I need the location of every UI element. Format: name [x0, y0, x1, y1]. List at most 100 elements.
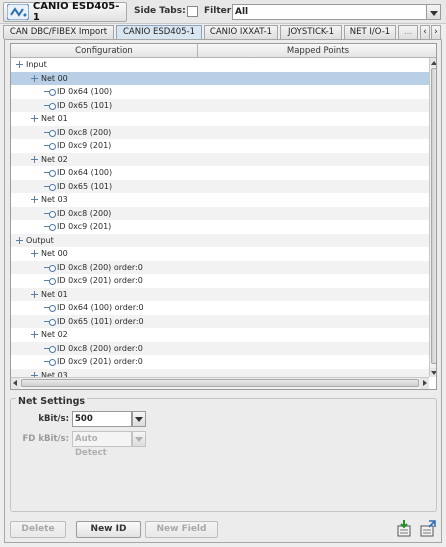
- tree-leaf-icon: [44, 210, 56, 218]
- tree-leaf-icon: [44, 318, 56, 326]
- tree-node-row[interactable]: Net 02: [11, 328, 429, 342]
- tree-expand-icon[interactable]: [31, 290, 38, 298]
- tab-scroll-right-icon[interactable]: ›: [431, 25, 441, 39]
- tree-node-row[interactable]: Net 00: [11, 71, 429, 85]
- tree-leaf-row[interactable]: ID 0xc9 (201) order:0: [11, 355, 429, 369]
- scroll-right-icon[interactable]: [420, 378, 429, 389]
- kbit-dropdown-arrow-icon[interactable]: [132, 411, 146, 427]
- tab-can-dbc-import[interactable]: CAN DBC/FIBEX Import: [3, 25, 114, 39]
- tree-leaf-row[interactable]: ID 0xc8 (200) order:0: [11, 341, 429, 355]
- tree-expand-icon[interactable]: [31, 196, 38, 203]
- tree-expand-icon[interactable]: [16, 236, 23, 244]
- new-id-button[interactable]: New ID: [76, 521, 141, 538]
- tree-leaf-row[interactable]: ID 0x65 (101): [11, 179, 429, 193]
- net-settings-title: Net Settings: [16, 396, 88, 407]
- tree-row-label: ID 0xc9 (201): [57, 222, 112, 231]
- tree-leaf-icon: [44, 277, 56, 285]
- tree-row-label: Net 00: [41, 73, 68, 83]
- tree-node-row[interactable]: Input: [11, 58, 429, 72]
- horizontal-scrollbar[interactable]: [11, 377, 429, 389]
- tree-row-label: ID 0x65 (101) order:0: [57, 316, 144, 326]
- table-header: Configuration Mapped Points: [11, 44, 436, 58]
- side-tabs-checkbox[interactable]: [187, 6, 198, 17]
- tree-leaf-row[interactable]: ID 0xc8 (200): [11, 206, 429, 220]
- tab-overflow[interactable]: ...: [398, 25, 418, 39]
- tree-leaf-icon: [44, 102, 56, 110]
- tree-row-label: ID 0xc9 (201): [57, 141, 112, 150]
- app-title-button[interactable]: CANIO ESD405-1: [3, 1, 127, 23]
- tree-row-label: ID 0x65 (101): [57, 100, 113, 110]
- top-toolbar: CANIO ESD405-1 Side Tabs: Filter All: [0, 0, 446, 24]
- vertical-scroll-thumb[interactable]: [431, 68, 436, 364]
- tree-expand-icon[interactable]: [31, 115, 38, 122]
- tab-canio-esd405[interactable]: CANIO ESD405-1: [116, 25, 202, 39]
- app-title: CANIO ESD405-1: [32, 1, 120, 23]
- tree-row-label: ID 0xc9 (201) order:0: [57, 276, 143, 285]
- tree-row-label: ID 0x64 (100): [57, 87, 113, 96]
- tree-leaf-icon: [44, 142, 56, 150]
- tree-leaf-row[interactable]: ID 0x64 (100): [11, 85, 429, 99]
- tree-leaf-row[interactable]: ID 0x64 (100): [11, 166, 429, 180]
- tab-scroll-left-icon[interactable]: ‹: [420, 25, 430, 39]
- config-tree-table: Configuration Mapped Points Input Net 00 I…: [10, 43, 437, 390]
- tree-expand-icon[interactable]: [31, 74, 38, 82]
- tree-expand-icon[interactable]: [16, 61, 23, 68]
- tree-leaf-row[interactable]: ID 0xc9 (201): [11, 220, 429, 234]
- vertical-scrollbar[interactable]: [429, 58, 436, 377]
- tree-row-label: Net 02: [41, 330, 68, 339]
- tree-leaf-row[interactable]: ID 0xc9 (201) order:0: [11, 274, 429, 288]
- filter-combo[interactable]: All: [232, 4, 427, 20]
- tree-expand-icon[interactable]: [31, 155, 38, 163]
- tree-leaf-row[interactable]: ID 0x64 (100) order:0: [11, 301, 429, 315]
- scroll-down-icon[interactable]: [430, 368, 436, 377]
- tree-node-row[interactable]: Net 00: [11, 247, 429, 261]
- column-configuration[interactable]: Configuration: [11, 44, 197, 58]
- tree-leaf-row[interactable]: ID 0xc8 (200): [11, 125, 429, 139]
- tree-leaf-icon: [44, 183, 56, 191]
- tree-node-row[interactable]: Net 03: [11, 368, 429, 378]
- tree-row-label: Net 03: [41, 370, 68, 378]
- tab-net-io[interactable]: NET I/O-1: [344, 25, 396, 39]
- tree-node-row[interactable]: Output: [11, 233, 429, 247]
- fd-kbit-dropdown-arrow-icon[interactable]: [132, 431, 146, 447]
- tree-leaf-icon: [44, 129, 56, 137]
- tab-joystick[interactable]: JOYSTICK-1: [280, 25, 342, 39]
- tree-node-row[interactable]: Net 01: [11, 287, 429, 301]
- new-field-button[interactable]: New Field: [145, 521, 218, 538]
- kbit-combo[interactable]: 500: [72, 411, 132, 427]
- tree-row-label: Net 00: [41, 249, 68, 258]
- tree-leaf-icon: [44, 264, 56, 272]
- tree-leaf-row[interactable]: ID 0x65 (101): [11, 98, 429, 112]
- tree-node-row[interactable]: Net 02: [11, 152, 429, 166]
- tree-expand-icon[interactable]: [31, 331, 38, 338]
- tab-canio-ixxat[interactable]: CANIO IXXAT-1: [204, 25, 278, 39]
- fd-kbit-combo[interactable]: Auto Detect: [72, 431, 132, 458]
- export-icon[interactable]: [419, 520, 437, 538]
- tree-row-label: Net 03: [41, 195, 68, 204]
- tree-node-row[interactable]: Net 01: [11, 112, 429, 126]
- tree-leaf-row[interactable]: ID 0x65 (101) order:0: [11, 314, 429, 328]
- esd-logo-icon: [7, 4, 29, 20]
- import-icon[interactable]: [395, 520, 413, 538]
- tree-leaf-icon: [44, 223, 56, 231]
- tree-row-label: Net 02: [41, 154, 68, 164]
- tree-row-label: ID 0x65 (101): [57, 181, 113, 191]
- tree-node-row[interactable]: Net 03: [11, 193, 429, 207]
- tree-row-label: ID 0xc8 (200) order:0: [57, 262, 143, 272]
- delete-button[interactable]: Delete: [10, 521, 66, 538]
- tree-leaf-row[interactable]: ID 0xc9 (201): [11, 139, 429, 153]
- tree-row-label: Input: [26, 60, 47, 69]
- scroll-left-icon[interactable]: [11, 378, 20, 389]
- tree-leaf-icon: [44, 358, 56, 366]
- kbit-label: kBit/s:: [38, 414, 69, 424]
- scroll-up-icon[interactable]: [430, 58, 436, 67]
- tree-row-label: ID 0x64 (100): [57, 168, 113, 177]
- tree-row-label: ID 0xc8 (200): [57, 127, 112, 137]
- tree-leaf-row[interactable]: ID 0xc8 (200) order:0: [11, 260, 429, 274]
- tree-expand-icon[interactable]: [31, 250, 38, 257]
- filter-dropdown-arrow-icon[interactable]: [427, 4, 441, 20]
- fd-kbit-label: FD kBit/s:: [22, 434, 70, 444]
- horizontal-scroll-thumb[interactable]: [21, 379, 419, 387]
- tree-row-label: Output: [26, 235, 54, 245]
- column-mapped-points[interactable]: Mapped Points: [198, 44, 436, 58]
